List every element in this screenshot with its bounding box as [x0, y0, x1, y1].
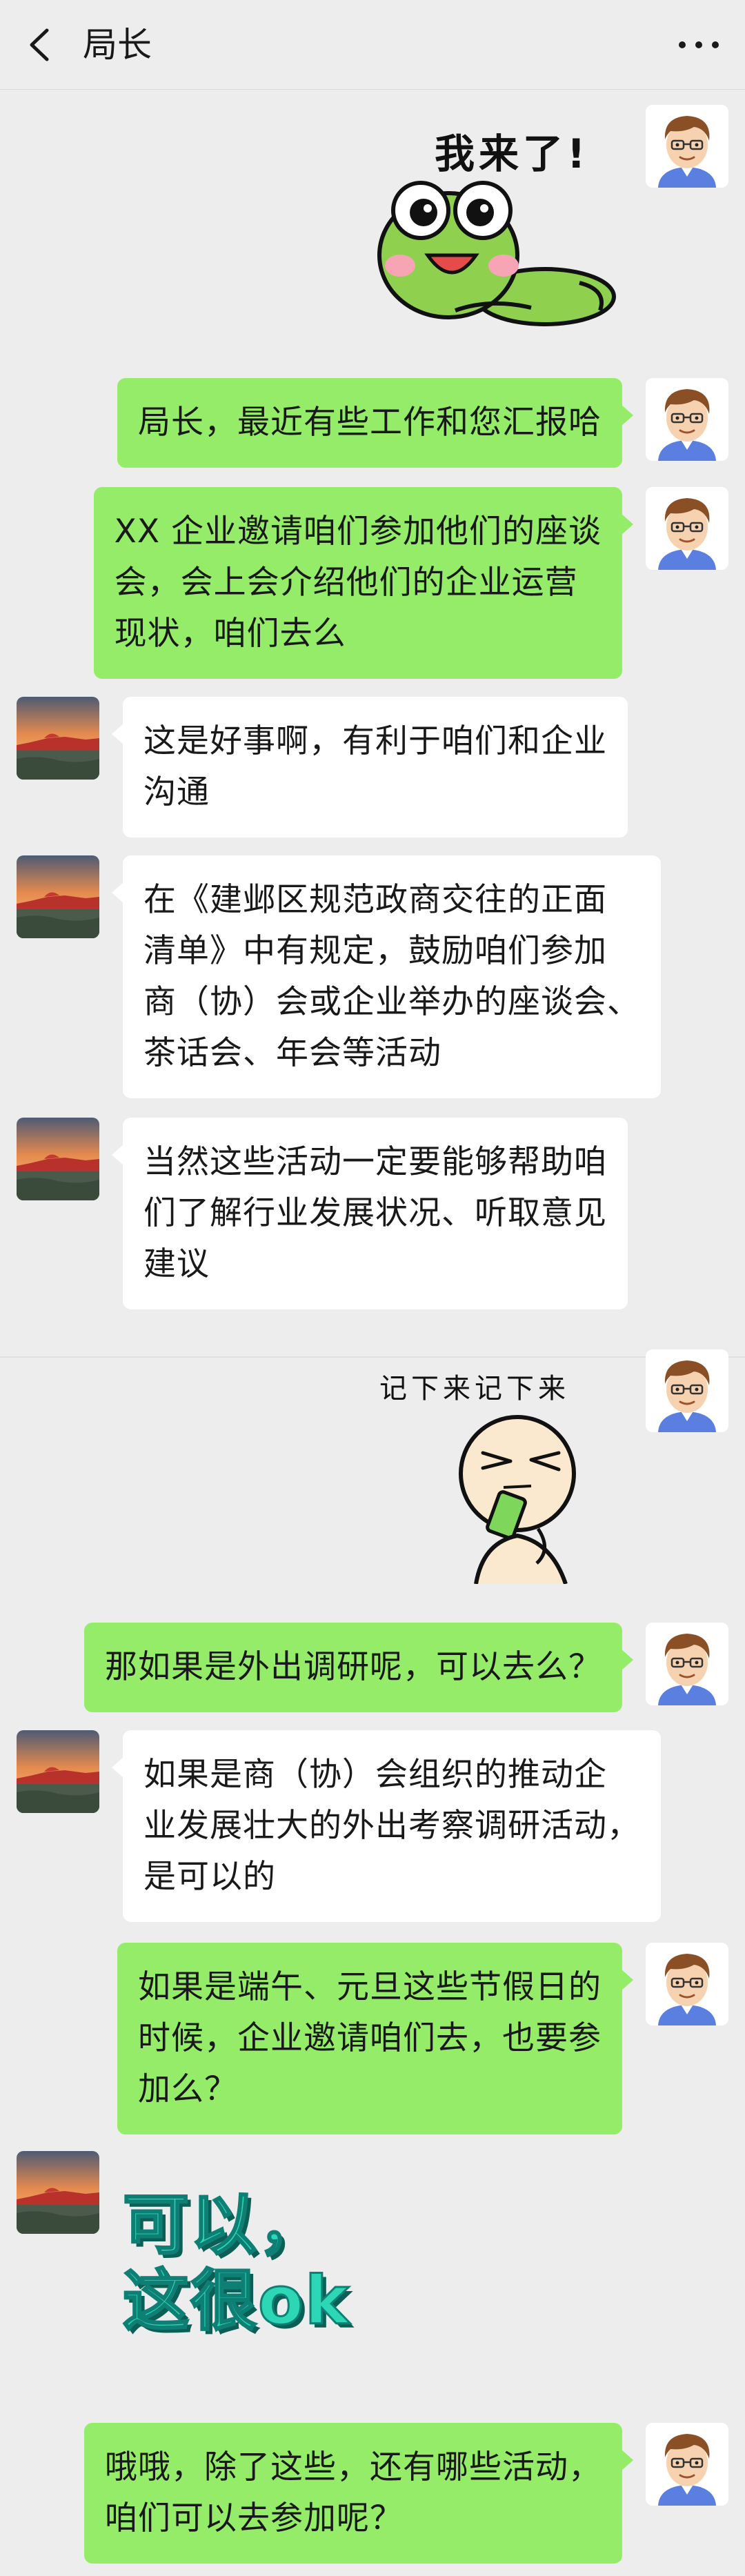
my-avatar[interactable] — [646, 378, 728, 461]
contact-avatar[interactable] — [17, 855, 99, 938]
contact-avatar[interactable] — [17, 1730, 99, 1813]
notes-sticker-caption: 记下来记下来 — [379, 1373, 570, 1405]
ok-sticker[interactable]: 可以， 这很ok — [122, 2186, 399, 2366]
contact-avatar[interactable] — [17, 697, 99, 780]
my-message-bubble[interactable]: XX 企业邀请咱们参加他们的座谈 会，会上会介绍他们的企业运营 现状，咱们去么 — [93, 487, 634, 679]
my-avatar[interactable] — [646, 487, 728, 570]
my-avatar[interactable] — [646, 1623, 728, 1705]
section-divider — [0, 1356, 745, 1358]
thinking-face-icon — [459, 1415, 576, 1584]
my-avatar[interactable] — [646, 105, 728, 188]
frog-icon — [377, 181, 616, 326]
contact-message-bubble[interactable]: 当然这些活动一定要能够帮助咱 们了解行业发展状况、听取意见 建议 — [112, 1118, 628, 1309]
my-message-bubble[interactable]: 如果是端午、元旦这些节假日的 时候，企业邀请咱们去，也要参 加么？ — [117, 1943, 633, 2134]
contact-message-bubble[interactable]: 在《建邺区规范政商交往的正面 清单》中有规定，鼓励咱们参加 商（协）会或企业举办… — [112, 855, 661, 1098]
chat-title: 局长 — [83, 25, 152, 65]
contact-avatar[interactable] — [17, 1118, 99, 1200]
more-options-icon[interactable] — [679, 37, 720, 51]
my-message-bubble[interactable]: 哦哦，除了这些，还有哪些活动， 咱们可以去参加呢？ — [84, 2423, 633, 2564]
frog-sticker[interactable]: 我来了! — [372, 110, 621, 331]
my-avatar[interactable] — [646, 1349, 728, 1432]
my-avatar[interactable] — [646, 2423, 728, 2506]
ok-sticker-line2: 这很ok — [122, 2262, 350, 2340]
back-arrow-icon[interactable] — [26, 28, 54, 62]
contact-message-bubble[interactable]: 这是好事啊，有利于咱们和企业 沟通 — [112, 697, 628, 838]
contact-avatar[interactable] — [17, 2151, 99, 2234]
frog-sticker-caption: 我来了! — [435, 130, 590, 177]
my-message-bubble[interactable]: 那如果是外出调研呢，可以去么？ — [84, 1623, 633, 1712]
ok-sticker-line1: 可以， — [122, 2186, 326, 2264]
contact-message-bubble[interactable]: 如果是商（协）会组织的推动企 业发展壮大的外出考察调研活动， 是可以的 — [112, 1730, 661, 1922]
my-avatar[interactable] — [646, 1943, 728, 2025]
my-message-bubble[interactable]: 局长，最近有些工作和您汇报哈 — [117, 378, 633, 468]
top-bar: 局长 — [0, 0, 745, 90]
taking-notes-sticker[interactable]: 记下来记下来 — [379, 1356, 628, 1605]
